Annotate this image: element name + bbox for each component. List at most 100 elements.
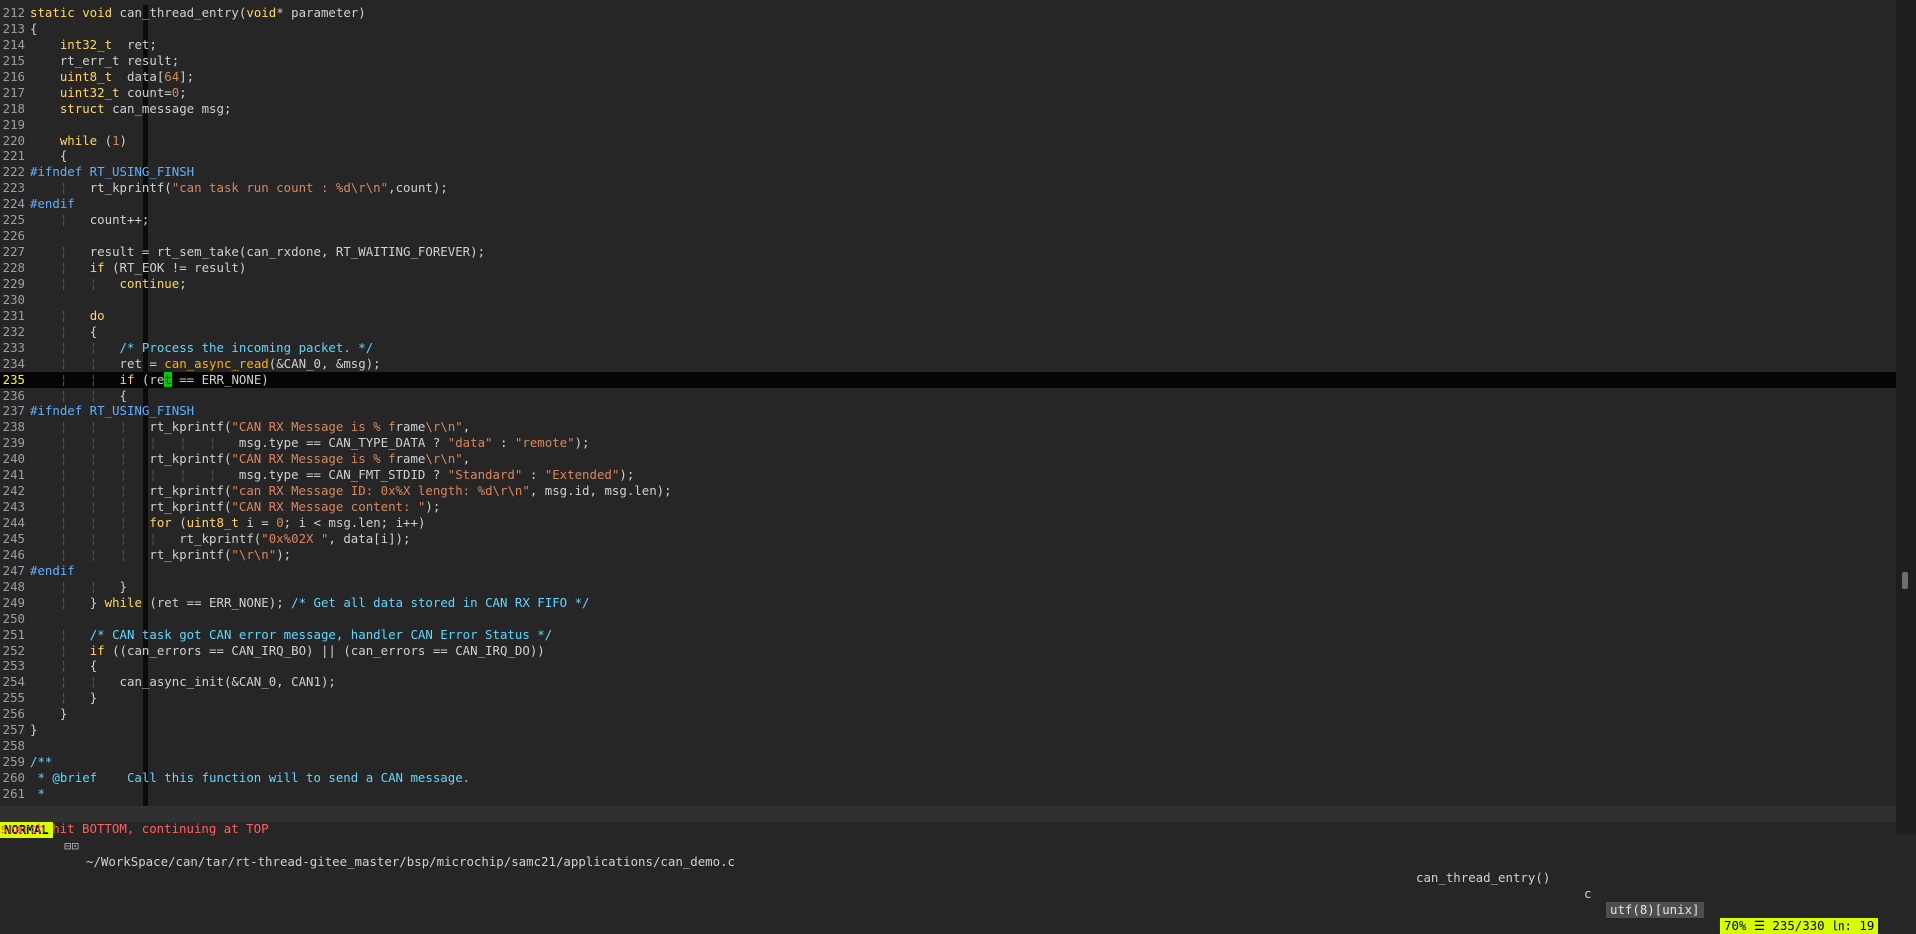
line-code[interactable]: ¦ if (RT_EOK != result) bbox=[28, 260, 247, 276]
code-line[interactable]: 239 ¦ ¦ ¦ ¦ ¦ ¦ msg.type == CAN_TYPE_DAT… bbox=[0, 435, 1896, 451]
code-line[interactable]: 256 } bbox=[0, 706, 1896, 722]
line-code[interactable]: ¦ ¦ ¦ rt_kprintf("CAN RX Message is % fr… bbox=[28, 419, 470, 435]
line-code[interactable]: { bbox=[28, 148, 67, 164]
vertical-scrollbar[interactable] bbox=[1896, 0, 1916, 834]
line-code[interactable]: ¦ { bbox=[28, 658, 97, 674]
code-line[interactable]: 231 ¦ do bbox=[0, 308, 1896, 324]
code-line[interactable]: 222 #ifndef RT_USING_FINSH bbox=[0, 164, 1896, 180]
code-line[interactable]: 257} bbox=[0, 722, 1896, 738]
code-editor[interactable]: 212 static void can_thread_entry(void* pa… bbox=[0, 5, 1896, 807]
code-line[interactable]: 213 { bbox=[0, 21, 1896, 37]
line-code[interactable]: ¦ do bbox=[28, 308, 105, 324]
line-code[interactable]: /** bbox=[28, 754, 52, 770]
line-code[interactable]: ¦ ¦ can_async_init(&CAN_0, CAN1); bbox=[28, 674, 336, 690]
line-code[interactable]: #endif bbox=[28, 563, 75, 579]
line-code[interactable]: ¦ { bbox=[28, 324, 97, 340]
line-code[interactable]: ¦ } while (ret == ERR_NONE); /* Get all … bbox=[28, 595, 590, 611]
code-line[interactable]: 221 { bbox=[0, 148, 1896, 164]
code-line[interactable]: 244 ¦ ¦ ¦ for (uint8_t i = 0; i < msg.le… bbox=[0, 515, 1896, 531]
line-code[interactable]: ¦ rt_kprintf("can task run count : %d\r\… bbox=[28, 180, 448, 196]
line-code[interactable]: rt_err_t result; bbox=[28, 53, 179, 69]
line-code[interactable]: #ifndef RT_USING_FINSH bbox=[28, 164, 194, 180]
code-line[interactable]: 229 ¦ ¦ continue; bbox=[0, 276, 1896, 292]
code-line[interactable]: 234 ¦ ¦ ret = can_async_read(&CAN_0, &ms… bbox=[0, 356, 1896, 372]
line-code[interactable]: ¦ ¦ continue; bbox=[28, 276, 187, 292]
code-line[interactable]: 243 ¦ ¦ ¦ rt_kprintf("CAN RX Message con… bbox=[0, 499, 1896, 515]
line-code[interactable]: ¦ ¦ ret = can_async_read(&CAN_0, &msg); bbox=[28, 356, 381, 372]
line-code[interactable]: * @brief Call this function will to send… bbox=[28, 770, 470, 786]
line-code[interactable]: static void can_thread_entry(void* param… bbox=[28, 5, 366, 21]
line-code[interactable]: ¦ ¦ ¦ ¦ rt_kprintf("0x%02X ", data[i]); bbox=[28, 531, 411, 547]
code-line[interactable]: 227 ¦ result = rt_sem_take(can_rxdone, R… bbox=[0, 244, 1896, 260]
code-line[interactable]: 240 ¦ ¦ ¦ rt_kprintf("CAN RX Message is … bbox=[0, 451, 1896, 467]
code-line[interactable]: 248 ¦ ¦ } bbox=[0, 579, 1896, 595]
code-line[interactable]: 220 while (1) bbox=[0, 133, 1896, 149]
code-line[interactable]: 252 ¦ if ((can_errors == CAN_IRQ_BO) || … bbox=[0, 643, 1896, 659]
code-line[interactable]: 212 static void can_thread_entry(void* pa… bbox=[0, 5, 1896, 21]
code-line[interactable]: 228 ¦ if (RT_EOK != result) bbox=[0, 260, 1896, 276]
line-code[interactable]: ¦ ¦ ¦ rt_kprintf("\r\n"); bbox=[28, 547, 291, 563]
code-line[interactable]: 254 ¦ ¦ can_async_init(&CAN_0, CAN1); bbox=[0, 674, 1896, 690]
code-line[interactable]: 251 ¦ /* CAN task got CAN error message,… bbox=[0, 627, 1896, 643]
line-code[interactable]: ¦ ¦ ¦ ¦ ¦ ¦ msg.type == CAN_TYPE_DATA ? … bbox=[28, 435, 590, 451]
line-code[interactable]: ¦ ¦ { bbox=[28, 388, 127, 404]
code-line[interactable]: 238 ¦ ¦ ¦ rt_kprintf("CAN RX Message is … bbox=[0, 419, 1896, 435]
line-code[interactable]: ¦ ¦ if (ret == ERR_NONE) bbox=[28, 371, 269, 388]
line-code[interactable]: uint8_t data[64]; bbox=[28, 69, 194, 85]
code-line[interactable]: 215 rt_err_t result; bbox=[0, 53, 1896, 69]
line-code[interactable]: } bbox=[28, 722, 37, 738]
line-code[interactable]: ¦ /* CAN task got CAN error message, han… bbox=[28, 627, 552, 643]
code-line[interactable]: 223 ¦ rt_kprintf("can task run count : %… bbox=[0, 180, 1896, 196]
line-code[interactable]: ¦ ¦ ¦ for (uint8_t i = 0; i < msg.len; i… bbox=[28, 515, 426, 531]
line-code[interactable]: ¦ ¦ ¦ rt_kprintf("CAN RX Message is % fr… bbox=[28, 451, 470, 467]
line-code[interactable]: ¦ } bbox=[28, 690, 97, 706]
code-line[interactable]: 216 uint8_t data[64]; bbox=[0, 69, 1896, 85]
code-line[interactable]: 225 ¦ count++; bbox=[0, 212, 1896, 228]
code-line[interactable]: 258 bbox=[0, 738, 1896, 754]
line-code[interactable]: { bbox=[28, 21, 37, 37]
line-code[interactable]: ¦ result = rt_sem_take(can_rxdone, RT_WA… bbox=[28, 244, 485, 260]
scrollbar-thumb[interactable] bbox=[1902, 572, 1908, 589]
code-line[interactable]: 219 bbox=[0, 117, 1896, 133]
line-code[interactable]: ¦ ¦ ¦ rt_kprintf("CAN RX Message content… bbox=[28, 499, 440, 515]
code-line[interactable]: 237 #ifndef RT_USING_FINSH bbox=[0, 403, 1896, 419]
code-line[interactable]: 241 ¦ ¦ ¦ ¦ ¦ ¦ msg.type == CAN_FMT_STDI… bbox=[0, 467, 1896, 483]
code-line[interactable]: 217 uint32_t count=0; bbox=[0, 85, 1896, 101]
line-code[interactable]: } bbox=[28, 706, 67, 722]
code-line[interactable]: 261 * bbox=[0, 786, 1896, 802]
line-code[interactable]: struct can_message msg; bbox=[28, 101, 232, 117]
line-code[interactable]: ¦ ¦ /* Process the incoming packet. */ bbox=[28, 340, 373, 356]
line-code[interactable]: int32_t ret; bbox=[28, 37, 157, 53]
code-line[interactable]: 235 ¦ ¦ if (ret == ERR_NONE) bbox=[0, 371, 1896, 388]
line-code[interactable]: ¦ if ((can_errors == CAN_IRQ_BO) || (can… bbox=[28, 643, 545, 659]
line-code[interactable]: * bbox=[28, 786, 44, 802]
code-line[interactable]: 236 ¦ ¦ { bbox=[0, 388, 1896, 404]
code-line[interactable]: 245 ¦ ¦ ¦ ¦ rt_kprintf("0x%02X ", data[i… bbox=[0, 531, 1896, 547]
code-line[interactable]: 259 /** bbox=[0, 754, 1896, 770]
code-line[interactable]: 249 ¦ } while (ret == ERR_NONE); /* Get … bbox=[0, 595, 1896, 611]
line-code[interactable]: ¦ ¦ ¦ ¦ ¦ ¦ msg.type == CAN_FMT_STDID ? … bbox=[28, 467, 634, 483]
code-line[interactable]: 214 int32_t ret; bbox=[0, 37, 1896, 53]
code-line[interactable]: 224 #endif bbox=[0, 196, 1896, 212]
code-line[interactable]: 230 bbox=[0, 292, 1896, 308]
code-line[interactable]: 250 bbox=[0, 611, 1896, 627]
line-code[interactable]: uint32_t count=0; bbox=[28, 85, 187, 101]
code-line[interactable]: 247 #endif bbox=[0, 563, 1896, 579]
line-code[interactable]: ¦ ¦ ¦ rt_kprintf("can RX Message ID: 0x%… bbox=[28, 483, 672, 499]
line-code[interactable]: #ifndef RT_USING_FINSH bbox=[28, 403, 194, 419]
code-token: void bbox=[246, 5, 277, 20]
line-code[interactable]: ¦ count++; bbox=[28, 212, 150, 228]
code-line[interactable]: 246 ¦ ¦ ¦ rt_kprintf("\r\n"); bbox=[0, 547, 1896, 563]
line-number: 214 bbox=[2, 36, 25, 52]
line-code[interactable]: while (1) bbox=[28, 133, 127, 149]
code-line[interactable]: 226 bbox=[0, 228, 1896, 244]
code-line[interactable]: 233 ¦ ¦ /* Process the incoming packet. … bbox=[0, 340, 1896, 356]
line-code[interactable]: #endif bbox=[28, 196, 75, 212]
code-line[interactable]: 232 ¦ { bbox=[0, 324, 1896, 340]
code-line[interactable]: 242 ¦ ¦ ¦ rt_kprintf("can RX Message ID:… bbox=[0, 483, 1896, 499]
code-line[interactable]: 218 struct can_message msg; bbox=[0, 101, 1896, 117]
code-line[interactable]: 253 ¦ { bbox=[0, 658, 1896, 674]
code-line[interactable]: 260 * @brief Call this function will to … bbox=[0, 770, 1896, 786]
line-code[interactable]: ¦ ¦ } bbox=[28, 579, 127, 595]
code-line[interactable]: 255 ¦ } bbox=[0, 690, 1896, 706]
